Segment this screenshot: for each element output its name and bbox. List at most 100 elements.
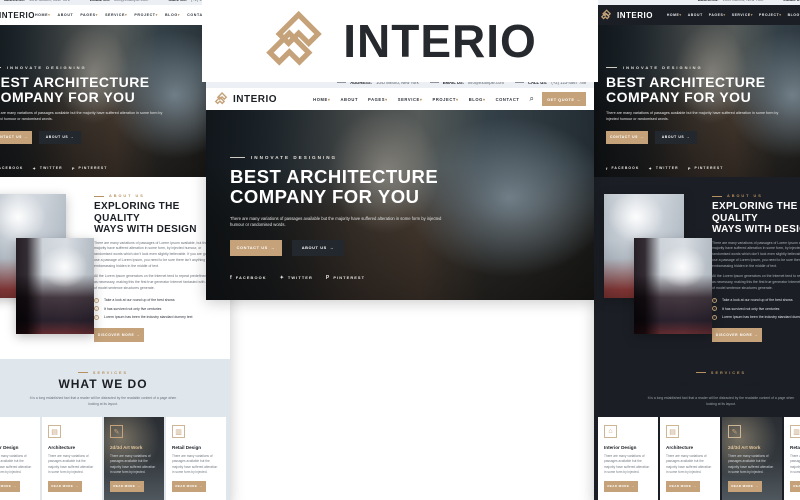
nav-item-service[interactable]: SERVICE▾ bbox=[105, 13, 127, 17]
read-more-button[interactable]: READ MORE→ bbox=[0, 480, 20, 492]
topbar-label: ADDRESS: bbox=[4, 0, 25, 2]
interior-design-icon: ⌂ bbox=[604, 425, 617, 439]
about-title-line2: WAYS WITH DESIGN bbox=[94, 224, 197, 235]
services-head: SERVICES WHAT WE DO It is a long establi… bbox=[594, 371, 800, 408]
hero-about-button[interactable]: ABOUT US → bbox=[655, 130, 697, 144]
service-card-active[interactable]: ✎ 2d/3d Art Work There are many variatio… bbox=[104, 417, 164, 500]
services-section: SERVICES WHAT WE DO It is a long establi… bbox=[594, 358, 800, 500]
about-bullets: ✓Take a look at our round up of the best… bbox=[94, 297, 220, 320]
service-card[interactable]: ▤ Architecture There are many variations… bbox=[660, 417, 720, 500]
nav-right[interactable]: ⌕ GET QUOTE→ bbox=[530, 92, 586, 106]
hero-contact-button[interactable]: CONTACT US→ bbox=[230, 239, 282, 256]
nav-links[interactable]: HOME▾ ABOUT PAGES▾ SERVICE▾ PROJECT▾ BLO… bbox=[35, 13, 209, 17]
nav-item-pages[interactable]: PAGES▾ bbox=[709, 13, 726, 17]
social-facebook[interactable]: fFACEBOOK bbox=[606, 166, 639, 171]
preview-window-left[interactable]: ADDRESS: 10/D Milford, New York EMAIL US:… bbox=[0, 0, 230, 500]
service-card-active[interactable]: ✎ 2d/3d Art Work There are many variatio… bbox=[722, 417, 782, 500]
social-twitter[interactable]: ✦ TWITTER bbox=[648, 166, 678, 171]
nav-item-blog[interactable]: BLOG▾ bbox=[788, 13, 800, 17]
hero-about-button[interactable]: ABOUT US → bbox=[39, 130, 81, 144]
nav-item-blog[interactable]: BLOG▾ bbox=[469, 97, 486, 102]
retail-design-icon: ▥ bbox=[172, 425, 185, 439]
social-facebook[interactable]: fFACEBOOK bbox=[230, 275, 267, 281]
social-facebook[interactable]: fFACEBOOK bbox=[0, 166, 23, 171]
service-card[interactable]: ▥ Retail Design There are many variation… bbox=[166, 417, 226, 500]
hero-eyebrow: INNOVATE DESIGNING bbox=[230, 155, 594, 160]
nav-item-home[interactable]: HOME▾ bbox=[35, 13, 51, 17]
social-pinterest[interactable]: P PINTEREST bbox=[688, 166, 724, 171]
about-discover-button[interactable]: DISCOVER MORE→ bbox=[94, 327, 144, 342]
nav-item-project[interactable]: PROJECT▾ bbox=[433, 97, 459, 102]
service-card[interactable]: ⌂ Interior Design There are many variati… bbox=[598, 417, 658, 500]
hero-paragraph: There are many variations of passages av… bbox=[606, 111, 779, 121]
read-more-button[interactable]: READ MORE→ bbox=[48, 480, 82, 492]
nav-item-about[interactable]: ABOUT bbox=[340, 97, 358, 102]
nav-item-home[interactable]: HOME▾ bbox=[313, 97, 330, 102]
brand-name-large: INTERIO bbox=[343, 15, 537, 67]
brand-logo-band: INTERIO bbox=[202, 0, 598, 82]
nav-item-about[interactable]: ABOUT bbox=[688, 13, 703, 17]
hero-buttons[interactable]: CONTACT US→ ABOUT US→ bbox=[230, 239, 594, 256]
hero-buttons[interactable]: CONTACT US→ ABOUT US→ bbox=[606, 130, 800, 144]
interlocking-chevrons-logo-icon bbox=[266, 10, 322, 66]
hero-title-line1: BEST ARCHITECTURE bbox=[230, 166, 439, 187]
interlocking-chevrons-logo-icon bbox=[214, 92, 228, 105]
service-card[interactable]: ⌂ Interior Design There are many variati… bbox=[0, 417, 40, 500]
nav-links[interactable]: HOME▾ ABOUT PAGES▾ SERVICE▾ PROJECT▾ BLO… bbox=[667, 12, 800, 19]
read-more-button[interactable]: READ MORE→ bbox=[604, 480, 638, 492]
about-discover-button[interactable]: DISCOVER MORE→ bbox=[712, 327, 762, 342]
brand-name: INTERIO bbox=[233, 93, 278, 105]
read-more-button[interactable]: READ MORE→ bbox=[790, 480, 800, 492]
services-subtitle: It is a long established fact that a rea… bbox=[29, 396, 177, 406]
social-twitter[interactable]: ✦ TWITTER bbox=[32, 166, 62, 171]
facebook-icon: f bbox=[230, 274, 233, 281]
nav-item-blog[interactable]: BLOG▾ bbox=[165, 13, 180, 17]
read-more-button[interactable]: READ MORE→ bbox=[172, 480, 206, 492]
about-photo-secondary bbox=[16, 238, 94, 334]
hero-content: INNOVATE DESIGNING BEST ARCHITECTURE COM… bbox=[0, 25, 230, 171]
nav-item-home[interactable]: HOME▾ bbox=[667, 13, 682, 17]
social-twitter[interactable]: ✦ TWITTER bbox=[280, 275, 313, 281]
about-section: ABOUT US EXPLORING THE QUALITY WAYS WITH… bbox=[594, 177, 800, 359]
nav-item-pages[interactable]: PAGES▾ bbox=[368, 97, 388, 102]
about-title: EXPLORING THE QUALITY WAYS WITH DESIGN bbox=[712, 201, 800, 235]
hero-contact-button[interactable]: CONTACT US→ bbox=[606, 130, 648, 144]
nav-item-contact[interactable]: CONTACT bbox=[496, 97, 520, 102]
hero-about-button[interactable]: ABOUT US → bbox=[292, 239, 344, 256]
topbar-value: info@example.com bbox=[114, 0, 148, 2]
check-circle-icon: ✓ bbox=[94, 314, 99, 320]
read-more-button[interactable]: READ MORE→ bbox=[666, 480, 700, 492]
read-more-button[interactable]: READ MORE→ bbox=[110, 480, 144, 492]
nav-item-service[interactable]: SERVICE▾ bbox=[732, 13, 753, 17]
retail-design-icon: ▥ bbox=[790, 425, 800, 439]
preview-window-main[interactable]: ADDRESS: 10/D Milford, New York EMAIL US:… bbox=[206, 76, 594, 300]
hero-socials[interactable]: fFACEBOOK ✦TWITTER PPINTEREST bbox=[0, 166, 230, 171]
search-icon[interactable]: ⌕ bbox=[530, 94, 534, 104]
brand-logo[interactable]: INTERIO bbox=[214, 92, 277, 106]
brand-logo[interactable]: INTERIO bbox=[0, 9, 35, 21]
brand-logo[interactable]: INTERIO bbox=[600, 9, 653, 21]
service-card[interactable]: ▤ Architecture There are many variations… bbox=[42, 417, 102, 500]
hero-socials[interactable]: fFACEBOOK ✦TWITTER PPINTEREST bbox=[230, 275, 594, 281]
hero-buttons[interactable]: CONTACT US→ ABOUT US→ bbox=[0, 130, 230, 144]
services-kicker: SERVICES bbox=[0, 371, 230, 375]
nav-item-about[interactable]: ABOUT bbox=[58, 13, 74, 17]
about-section: ABOUT US EXPLORING THE QUALITY WAYS WITH… bbox=[0, 177, 230, 359]
hero-contact-button[interactable]: CONTACT US→ bbox=[0, 130, 32, 144]
get-quote-button[interactable]: GET QUOTE→ bbox=[542, 92, 586, 106]
nav-item-pages[interactable]: PAGES▾ bbox=[80, 13, 98, 17]
social-pinterest[interactable]: P PINTEREST bbox=[72, 166, 108, 171]
nav-item-project[interactable]: PROJECT▾ bbox=[759, 13, 782, 17]
service-card[interactable]: ▥ Retail Design There are many variation… bbox=[784, 417, 800, 500]
social-pinterest[interactable]: P PINTEREST bbox=[326, 275, 365, 281]
read-more-button[interactable]: READ MORE→ bbox=[728, 480, 762, 492]
hero-socials[interactable]: fFACEBOOK ✦TWITTER PPINTEREST bbox=[606, 166, 800, 171]
services-subtitle: It is a long established fact that a rea… bbox=[647, 396, 795, 406]
preview-window-right[interactable]: ADDRESS:10/D Milford, New York EMAIL US:… bbox=[594, 0, 800, 500]
nav-item-service[interactable]: SERVICE▾ bbox=[398, 97, 423, 102]
hero-section: INNOVATE DESIGNING BEST ARCHITECTURE COM… bbox=[594, 25, 800, 177]
twitter-icon: ✦ bbox=[279, 274, 285, 281]
nav-item-project[interactable]: PROJECT▾ bbox=[134, 13, 158, 17]
nav-links[interactable]: HOME▾ ABOUT PAGES▾ SERVICE▾ PROJECT▾ BLO… bbox=[313, 97, 519, 102]
about-text: ABOUT US EXPLORING THE QUALITY WAYS WITH… bbox=[712, 194, 800, 342]
